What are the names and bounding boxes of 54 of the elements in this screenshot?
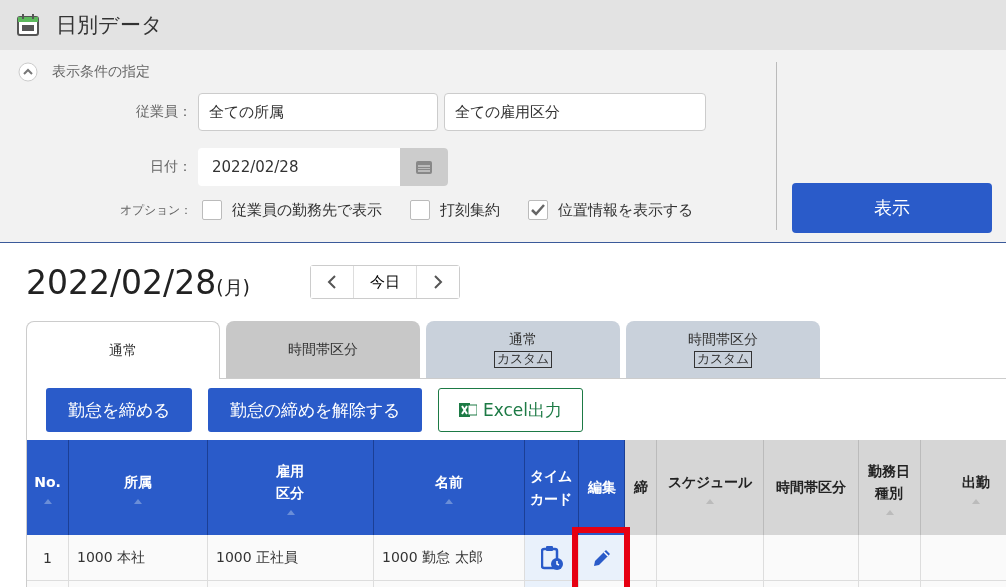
column-header[interactable]: 出勤 — [921, 440, 1006, 535]
field-label: オプション： — [119, 201, 192, 219]
action-button[interactable]: 勤怠を締める — [46, 388, 192, 432]
column-header[interactable]: 雇用区分 — [208, 440, 374, 535]
column-header[interactable]: 締 — [625, 440, 657, 535]
checkbox[interactable] — [410, 200, 430, 220]
checkbox-label: 打刻集約 — [440, 200, 500, 220]
sort-icon[interactable] — [134, 499, 142, 505]
pencil-icon[interactable] — [591, 547, 612, 568]
checkbox-label: 位置情報を表示する — [558, 200, 693, 220]
chevron-left-icon — [327, 274, 338, 290]
timecard-icon[interactable] — [540, 544, 563, 571]
column-header[interactable]: 時間帯区分 — [764, 440, 859, 535]
sort-icon[interactable] — [286, 510, 295, 516]
checkbox[interactable] — [528, 200, 548, 220]
date-field[interactable]: 2022/02/28 — [198, 148, 448, 186]
sort-icon[interactable] — [706, 499, 714, 505]
tab[interactable]: 通常 — [26, 321, 220, 379]
table-cell: 1000 本社 — [69, 535, 208, 580]
action-button[interactable]: 勤怠の締めを解除する — [208, 388, 422, 432]
tab[interactable]: 通常 カスタム — [426, 321, 620, 378]
column-header[interactable]: No. — [27, 440, 69, 535]
column-header[interactable]: 勤務日種別 — [859, 440, 921, 535]
column-header[interactable]: スケジュール — [657, 440, 764, 535]
field-label: 従業員： — [135, 103, 192, 121]
collapse-icon[interactable] — [18, 62, 38, 82]
column-header[interactable]: 編集 — [579, 440, 625, 535]
show-button[interactable]: 表示 — [791, 183, 992, 233]
sort-icon[interactable] — [885, 510, 894, 516]
date-heading: 2022/02/28(月) — [26, 262, 251, 302]
sort-icon[interactable] — [971, 499, 980, 505]
section-title: 表示条件の指定 — [52, 63, 150, 81]
table-cell: 1000 正社員 — [208, 535, 374, 580]
today-button[interactable]: 今日 — [353, 266, 418, 298]
spreadsheet-icon — [459, 401, 477, 419]
table-cell: 1 — [27, 535, 69, 580]
checkbox-label: 従業員の勤務先で表示 — [232, 200, 382, 220]
field-label: 日付： — [149, 158, 192, 176]
department-field[interactable]: 全ての所属 — [198, 93, 438, 131]
tab[interactable]: 時間帯区分 カスタム — [626, 321, 820, 378]
sort-icon[interactable] — [43, 499, 52, 505]
employment-type-field[interactable]: 全ての雇用区分 — [444, 93, 706, 131]
excel-export-button[interactable]: Excel出力 — [438, 388, 584, 432]
checkbox[interactable] — [202, 200, 222, 220]
page-title: 日別データ — [56, 12, 163, 39]
calendar-icon — [16, 13, 40, 37]
sort-icon[interactable] — [445, 499, 453, 505]
column-header[interactable]: 所属 — [69, 440, 208, 535]
table-cell: 1000 勤怠 太郎 — [374, 535, 525, 580]
column-header[interactable]: 名前 — [374, 440, 525, 535]
tab[interactable]: 時間帯区分 — [226, 321, 420, 378]
calendar-icon[interactable] — [416, 160, 432, 174]
chevron-right-icon — [433, 274, 444, 290]
column-header[interactable]: タイムカード — [525, 440, 579, 535]
